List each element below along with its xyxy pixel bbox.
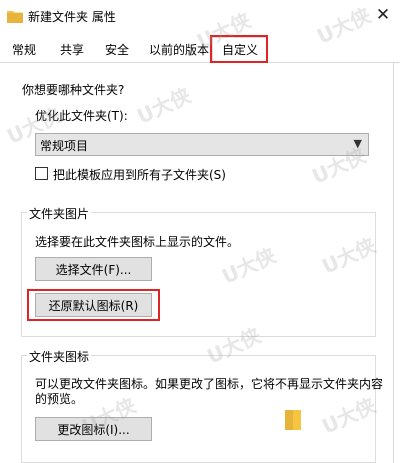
folder-icons-title: 文件夹图标 [27, 348, 92, 365]
apply-subfolders-checkbox[interactable] [35, 167, 48, 180]
apply-subfolders-label[interactable]: 把此模板应用到所有子文件夹(S) [53, 166, 226, 183]
folder-preview-icon [285, 410, 301, 430]
tab-customize[interactable]: 自定义 [212, 37, 268, 62]
folder-pictures-title: 文件夹图片 [27, 205, 92, 222]
folder-type-select[interactable]: 常规项目 ▼ [35, 133, 369, 156]
tab-sharing[interactable]: 共享 [58, 40, 86, 60]
tab-previous-versions[interactable]: 以前的版本 [147, 40, 211, 60]
panel-edge [393, 63, 394, 463]
folder-type-value: 常规项目 [40, 139, 89, 153]
folder-icons-description-line2: 的预览。 [35, 392, 84, 406]
window-title: 新建文件夹 属性 [28, 10, 116, 24]
optimize-label: 优化此文件夹(T): [35, 109, 128, 123]
folder-pictures-description: 选择要在此文件夹图标上显示的文件。 [35, 235, 240, 249]
folder-icons-group [21, 355, 376, 463]
tab-security[interactable]: 安全 [103, 40, 131, 60]
optimize-question: 你想要哪种文件夹? [22, 83, 125, 97]
chevron-down-icon: ▼ [353, 137, 362, 150]
close-button[interactable]: ✕ [366, 0, 400, 30]
choose-file-button[interactable]: 选择文件(F)... [35, 257, 152, 281]
folder-icon [7, 11, 23, 23]
tab-general[interactable]: 常规 [10, 40, 38, 60]
title-bar: 新建文件夹 属性 ✕ [0, 0, 400, 33]
folder-icons-description-line1: 可以更改文件夹图标。如果更改了图标，它将不再显示文件夹内容 [35, 377, 384, 391]
restore-default-icon-button[interactable]: 还原默认图标(R) [35, 293, 152, 317]
change-icon-button[interactable]: 更改图标(I)... [35, 417, 152, 441]
